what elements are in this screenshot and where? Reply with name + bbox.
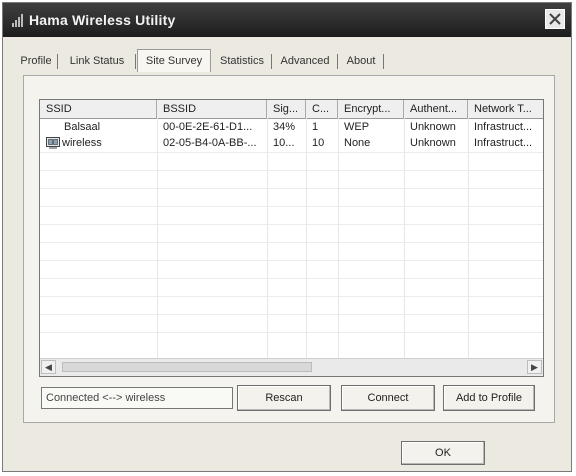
tab-profile[interactable]: Profile xyxy=(17,51,55,71)
cell-bssid: 02-05-B4-0A-BB-... xyxy=(163,137,257,149)
cell-ssid: wireless xyxy=(62,137,102,149)
list-header: SSID BSSID Sig... C... Encrypt... Authen… xyxy=(40,100,543,119)
column-header-bssid[interactable]: BSSID xyxy=(157,100,267,118)
connect-button[interactable]: Connect xyxy=(341,385,435,411)
cell-channel: 10 xyxy=(312,137,325,149)
grid-line xyxy=(40,206,543,207)
scroll-right-button[interactable]: ▶ xyxy=(527,360,542,374)
ok-button[interactable]: OK xyxy=(401,441,485,465)
table-row[interactable]: Balsaal 00-0E-2E-61-D1... 34% 1 WEP Unkn… xyxy=(40,119,543,135)
tab-site-survey[interactable]: Site Survey xyxy=(137,49,211,72)
close-icon xyxy=(549,13,561,25)
tab-separator xyxy=(337,54,338,69)
column-header-encryption[interactable]: Encrypt... xyxy=(338,100,404,118)
cell-channel: 1 xyxy=(312,121,319,133)
grid-line xyxy=(157,118,158,358)
cell-authentication: Unknown xyxy=(410,121,456,133)
cell-ssid: Balsaal xyxy=(64,121,101,133)
grid-line xyxy=(404,118,405,358)
tab-separator xyxy=(135,54,136,69)
cell-network-type: Infrastruct... xyxy=(474,121,533,133)
scroll-left-button[interactable]: ◀ xyxy=(41,360,56,374)
tab-statistics[interactable]: Statistics xyxy=(215,51,269,71)
tab-about[interactable]: About xyxy=(341,51,381,71)
column-header-channel[interactable]: C... xyxy=(306,100,338,118)
chevron-left-icon: ◀ xyxy=(45,362,52,372)
grid-line xyxy=(40,260,543,261)
grid-line xyxy=(306,118,307,358)
grid-line xyxy=(40,332,543,333)
grid-line xyxy=(338,118,339,358)
tab-separator xyxy=(383,54,384,69)
grid-line xyxy=(40,314,543,315)
network-list[interactable]: SSID BSSID Sig... C... Encrypt... Authen… xyxy=(39,99,544,377)
connection-status: Connected <--> wireless xyxy=(41,387,233,409)
grid-line xyxy=(468,118,469,358)
grid-line xyxy=(40,242,543,243)
cell-signal: 34% xyxy=(273,121,296,133)
cell-network-type: Infrastruct... xyxy=(474,137,533,149)
tab-advanced[interactable]: Advanced xyxy=(275,51,335,71)
tab-separator xyxy=(57,54,58,69)
column-header-authentication[interactable]: Authent... xyxy=(404,100,468,118)
window-title: Hama Wireless Utility xyxy=(29,12,176,28)
grid-line xyxy=(267,118,268,358)
cell-encryption: WEP xyxy=(344,121,370,133)
tab-separator xyxy=(271,54,272,69)
grid-line xyxy=(40,188,543,189)
column-header-ssid[interactable]: SSID xyxy=(40,100,157,118)
cell-bssid: 00-0E-2E-61-D1... xyxy=(163,121,253,133)
cell-encryption: None xyxy=(344,137,371,149)
cell-signal: 10... xyxy=(273,137,295,149)
grid-line xyxy=(40,152,543,153)
scroll-thumb[interactable] xyxy=(62,362,312,372)
add-to-profile-button[interactable]: Add to Profile xyxy=(443,385,535,411)
title-bar[interactable]: Hama Wireless Utility xyxy=(3,3,571,37)
grid-line xyxy=(40,170,543,171)
chevron-right-icon: ▶ xyxy=(531,362,538,372)
signal-icon xyxy=(12,14,24,27)
column-header-signal[interactable]: Sig... xyxy=(267,100,306,118)
table-row[interactable]: wireless 02-05-B4-0A-BB-... 10... 10 Non… xyxy=(40,135,543,151)
rescan-button[interactable]: Rescan xyxy=(237,385,331,411)
horizontal-scrollbar[interactable]: ◀ ▶ xyxy=(40,358,543,376)
close-button[interactable] xyxy=(545,9,565,29)
grid-line xyxy=(40,278,543,279)
cell-authentication: Unknown xyxy=(410,137,456,149)
tab-link-status[interactable]: Link Status xyxy=(61,51,133,71)
column-header-network-type[interactable]: Network T... xyxy=(468,100,543,118)
grid-line xyxy=(40,224,543,225)
main-window: Hama Wireless Utility Profile Link Statu… xyxy=(2,2,572,472)
grid-line xyxy=(40,296,543,297)
